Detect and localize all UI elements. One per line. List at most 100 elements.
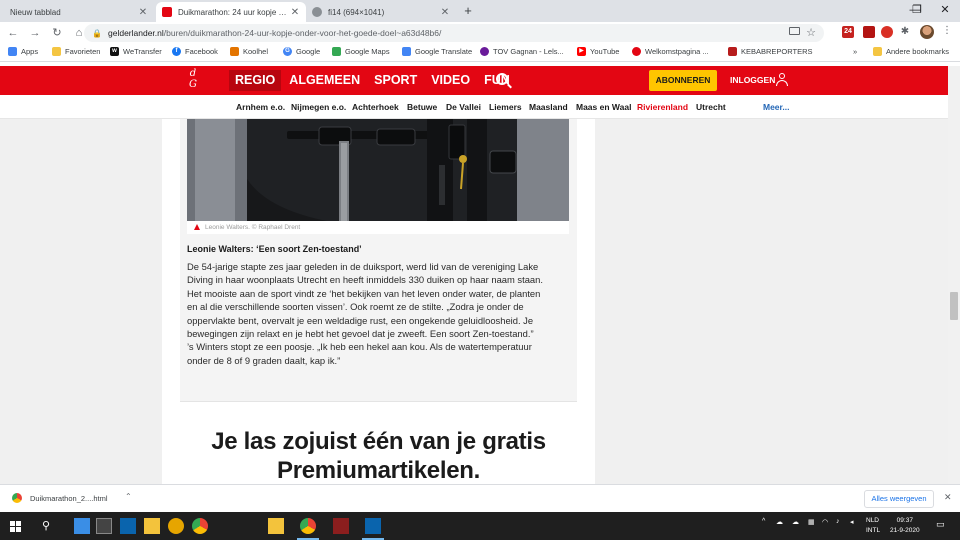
bookmark-tov-gagnan[interactable]: TOV Gagnan - Lels...: [480, 47, 564, 56]
bookmark-apps[interactable]: Apps: [8, 47, 38, 56]
calculator-icon[interactable]: [96, 518, 112, 534]
extension-red-icon[interactable]: [863, 26, 875, 38]
site-header: d G REGIO ALGEMEEN SPORT VIDEO FUN ABONN…: [0, 66, 948, 95]
forward-icon[interactable]: →: [26, 24, 44, 42]
bookmarks-overflow[interactable]: »: [853, 47, 857, 56]
chevron-up-icon[interactable]: ⌃: [125, 492, 132, 501]
bookmark-kebabreporters[interactable]: KEBABREPORTERS: [728, 47, 813, 56]
region-de-vallei[interactable]: De Vallei: [446, 102, 481, 112]
bookmark-google[interactable]: G Google: [283, 47, 320, 56]
bookmark-label: Google: [296, 47, 321, 56]
windows-start-icon[interactable]: [10, 521, 21, 532]
outlook-running-icon[interactable]: [365, 518, 381, 534]
bookmark-google-translate[interactable]: Google Translate: [402, 47, 472, 56]
bookmark-wetransfer[interactable]: w WeTransfer: [110, 47, 162, 56]
app-red-icon[interactable]: [333, 518, 349, 534]
gelderlander-logo[interactable]: d G: [180, 68, 206, 92]
extension-g-icon[interactable]: [881, 26, 893, 38]
subscribe-button[interactable]: ABONNEREN: [649, 70, 717, 91]
region-betuwe[interactable]: Betuwe: [407, 102, 437, 112]
nav-video[interactable]: VIDEO: [425, 70, 476, 91]
nav-sport[interactable]: SPORT: [368, 70, 423, 91]
region-maasland[interactable]: Maasland: [529, 102, 568, 112]
chrome-file-icon: [12, 493, 22, 503]
chrome-icon[interactable]: [192, 518, 208, 534]
tray-chevron-icon[interactable]: ^: [762, 518, 765, 525]
tab-duikmarathon[interactable]: Duikmarathon: 24 uur kopje onder ✕: [156, 2, 306, 22]
region-achterhoek[interactable]: Achterhoek: [352, 102, 399, 112]
bookmark-other[interactable]: Andere bookmarks: [873, 47, 949, 56]
tray-volume-icon[interactable]: ♪: [836, 518, 840, 525]
new-tab-button[interactable]: +: [461, 3, 475, 19]
language-indicator[interactable]: NLD INTL: [866, 516, 880, 536]
bookmark-youtube[interactable]: ▶ YouTube: [577, 47, 619, 56]
bookmark-facebook[interactable]: f Facebook: [172, 47, 218, 56]
tab-image[interactable]: fi14 (694×1041) ✕: [306, 2, 456, 22]
url-host: gelderlander.nl: [108, 28, 164, 38]
search-icon[interactable]: ⚲: [38, 518, 54, 534]
body-line: onder de 8 of 9 graden daalt, kap ik.”: [187, 354, 341, 366]
bookmark-label: Welkomstpagina ...: [645, 47, 709, 56]
taskview-icon[interactable]: [74, 518, 90, 534]
close-icon[interactable]: ✕: [290, 7, 300, 18]
puzzle-extensions-icon[interactable]: ✱: [899, 26, 911, 38]
bookmark-google-maps[interactable]: Google Maps: [332, 47, 390, 56]
nav-regio[interactable]: REGIO: [229, 70, 282, 91]
diver-photo-image: [187, 119, 569, 221]
region-arnhem[interactable]: Arnhem e.o.: [236, 102, 285, 112]
bookmark-label: Google Maps: [345, 47, 390, 56]
bookmark-label: »: [853, 47, 858, 56]
search-icon[interactable]: [496, 73, 508, 85]
bookmark-star-icon[interactable]: ☆: [806, 26, 816, 39]
back-icon[interactable]: ←: [4, 24, 22, 42]
chrome-running-icon[interactable]: [300, 518, 316, 534]
bookmark-favorieten[interactable]: Favorieten: [52, 47, 100, 56]
logo-letter: G: [189, 79, 197, 90]
window-close-icon[interactable]: ✕: [930, 2, 960, 18]
body-line: bewegingen zijn relaxt en je hebt het ge…: [187, 328, 534, 340]
tray-network-icon[interactable]: ▦: [808, 518, 815, 526]
region-utrecht[interactable]: Utrecht: [696, 102, 726, 112]
tab-new-tab[interactable]: Nieuw tabblad ✕: [4, 2, 154, 22]
window-restore-icon[interactable]: ❐: [902, 2, 932, 18]
bookmark-label: Apps: [21, 47, 39, 56]
bookmark-koolhel[interactable]: Koolhel: [230, 47, 268, 56]
system-clock[interactable]: 09:37 21-9-2020: [890, 516, 920, 536]
outlook-icon[interactable]: [120, 518, 136, 534]
user-icon[interactable]: [776, 73, 788, 87]
premium-line: Premiumartikelen.: [277, 457, 480, 484]
folder-icon[interactable]: [268, 518, 284, 534]
scrollbar-thumb[interactable]: [950, 292, 958, 320]
close-icon[interactable]: ✕: [440, 7, 450, 18]
download-item[interactable]: Duikmarathon_2....html: [30, 494, 108, 503]
tray-speaker-icon[interactable]: ◂: [850, 518, 854, 526]
gmail-extension-icon[interactable]: 24: [842, 26, 854, 38]
menu-kebab-icon[interactable]: ⋮: [942, 25, 952, 36]
page-scrollbar[interactable]: [948, 66, 960, 484]
reload-icon[interactable]: ↻: [48, 24, 66, 42]
nav-algemeen[interactable]: ALGEMEEN: [283, 70, 366, 91]
region-rivierenland[interactable]: Rivierenland: [637, 102, 688, 112]
region-maas-en-waal[interactable]: Maas en Waal: [576, 102, 631, 112]
close-icon[interactable]: ✕: [138, 7, 148, 18]
address-bar[interactable]: 🔒 gelderlander.nl /buren/duikmarathon-24…: [84, 24, 824, 42]
tray-onedrive-icon[interactable]: ☁: [776, 518, 783, 526]
profile-avatar[interactable]: [920, 25, 934, 39]
login-link[interactable]: INLOGGEN: [730, 75, 775, 85]
norton-icon[interactable]: [168, 518, 184, 534]
close-icon[interactable]: ✕: [944, 492, 952, 503]
kebab-icon: [728, 47, 737, 56]
show-all-downloads-button[interactable]: Alles weergeven: [864, 490, 934, 508]
bookmark-welkomstpagina[interactable]: Welkomstpagina ...: [632, 47, 709, 56]
facebook-icon: f: [172, 47, 181, 56]
region-nijmegen[interactable]: Nijmegen e.o.: [291, 102, 346, 112]
tray-wifi-icon[interactable]: ◠: [822, 518, 828, 526]
cast-icon[interactable]: [789, 27, 800, 35]
notifications-icon[interactable]: ▭: [936, 519, 945, 530]
region-liemers[interactable]: Liemers: [489, 102, 522, 112]
tray-cloud-icon[interactable]: ☁: [792, 518, 799, 526]
url-path: /buren/duikmarathon-24-uur-kopje-onder-v…: [163, 28, 442, 38]
body-line: oppervlakte bent, overvalt je een weldad…: [187, 314, 534, 326]
region-more-link[interactable]: Meer...: [763, 102, 789, 112]
file-explorer-icon[interactable]: [144, 518, 160, 534]
